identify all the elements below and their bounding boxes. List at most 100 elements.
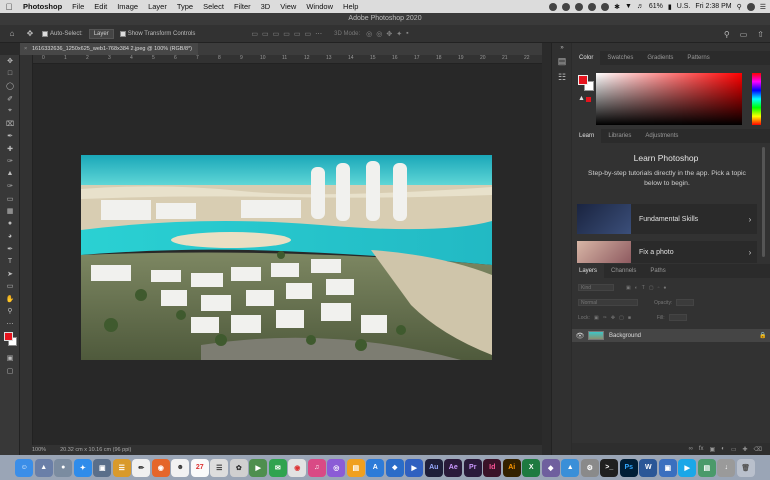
- zoom-level[interactable]: 100%: [32, 447, 46, 453]
- pen-tool-icon[interactable]: ✒: [0, 243, 20, 256]
- tab-adjustments[interactable]: Adjustments: [638, 129, 685, 143]
- bluetooth-icon[interactable]: ✱: [614, 3, 620, 11]
- menu-image[interactable]: Image: [112, 2, 143, 11]
- dodge-tool-icon[interactable]: ◕: [0, 230, 20, 243]
- status-icon[interactable]: [549, 2, 558, 11]
- blur-tool-icon[interactable]: ●: [0, 218, 20, 231]
- layer-kind-filter[interactable]: Kind: [578, 284, 614, 291]
- menu-3d[interactable]: 3D: [256, 2, 276, 11]
- delete-layer-icon[interactable]: ⌫: [754, 446, 762, 453]
- textedit-icon[interactable]: ✏: [132, 458, 151, 477]
- premiere-icon[interactable]: Pr: [463, 458, 482, 477]
- lock-all-icon[interactable]: ■: [628, 315, 631, 321]
- indesign-icon[interactable]: Id: [483, 458, 502, 477]
- menu-view[interactable]: View: [275, 2, 301, 11]
- color-picker-field[interactable]: [596, 73, 742, 125]
- messages-icon[interactable]: ✉: [268, 458, 287, 477]
- launchpad-icon[interactable]: ▲: [34, 458, 53, 477]
- document-tab[interactable]: × 1616332636_1250x625_web1-768x384 2.jpe…: [20, 43, 199, 55]
- lock-artboard-icon[interactable]: ▢: [619, 315, 624, 321]
- marquee-tool-icon[interactable]: □: [0, 68, 20, 81]
- home-icon[interactable]: ⌂: [6, 29, 18, 39]
- gamut-warning-icon[interactable]: ▲: [578, 95, 585, 102]
- status-icon[interactable]: [575, 2, 584, 11]
- lasso-tool-icon[interactable]: ◯: [0, 80, 20, 93]
- color-swatches[interactable]: [0, 330, 20, 352]
- adjustment-layer-icon[interactable]: ◐: [721, 446, 725, 452]
- layer-row-background[interactable]: 👁 Background 🔒: [572, 329, 770, 342]
- excel-icon[interactable]: X: [522, 458, 541, 477]
- history-brush-tool-icon[interactable]: ✑: [0, 180, 20, 193]
- siri-icon[interactable]: [746, 2, 755, 11]
- preview-icon[interactable]: ▣: [93, 458, 112, 477]
- notes-icon[interactable]: ☰: [112, 458, 131, 477]
- quick-select-tool-icon[interactable]: ✐: [0, 93, 20, 106]
- foreground-color-swatch[interactable]: [4, 332, 13, 341]
- lock-position-icon[interactable]: ✥: [611, 315, 615, 321]
- lock-paint-icon[interactable]: ✑: [603, 315, 607, 321]
- clone-stamp-tool-icon[interactable]: ▲: [0, 168, 20, 181]
- calendar-icon[interactable]: 27: [190, 458, 209, 477]
- move-tool-icon[interactable]: ✥: [0, 55, 20, 68]
- app-icon[interactable]: ▶: [678, 458, 697, 477]
- new-layer-icon[interactable]: ✚: [742, 446, 747, 453]
- healing-brush-tool-icon[interactable]: ✚: [0, 143, 20, 156]
- quick-mask-icon[interactable]: ▣: [0, 352, 20, 365]
- firefox-icon[interactable]: ◉: [151, 458, 170, 477]
- illustrator-icon[interactable]: Ai: [502, 458, 521, 477]
- photoshop-icon[interactable]: Ps: [619, 458, 638, 477]
- filter-type-icon[interactable]: T: [642, 285, 645, 291]
- shape-tool-icon[interactable]: ▭: [0, 280, 20, 293]
- history-icon[interactable]: ▤: [552, 53, 572, 69]
- volume-icon[interactable]: ♬: [637, 3, 644, 10]
- new-group-icon[interactable]: ▭: [731, 446, 737, 453]
- move-tool-icon[interactable]: ✥: [24, 29, 36, 39]
- zoom-app-icon[interactable]: ▶: [405, 458, 424, 477]
- learn-scrollbar[interactable]: [762, 147, 765, 257]
- filter-smart-icon[interactable]: ▫: [658, 285, 660, 291]
- app-icon[interactable]: ▲: [561, 458, 580, 477]
- add-mask-icon[interactable]: ▣: [710, 446, 716, 453]
- close-tab-icon[interactable]: ×: [24, 43, 27, 55]
- brush-tool-icon[interactable]: ✑: [0, 155, 20, 168]
- spotlight-icon[interactable]: ⚲: [737, 3, 742, 11]
- align-icon[interactable]: ▭: [294, 30, 301, 38]
- align-icon[interactable]: ▭: [273, 30, 280, 38]
- search-icon[interactable]: ⚲: [724, 30, 730, 39]
- document-image[interactable]: [81, 155, 492, 360]
- word-icon[interactable]: W: [639, 458, 658, 477]
- opacity-field[interactable]: [676, 299, 695, 306]
- input-source[interactable]: U.S.: [677, 3, 691, 10]
- workspace-icon[interactable]: ▭: [740, 30, 748, 39]
- align-icon[interactable]: ▭: [283, 30, 290, 38]
- 3d-scale-icon[interactable]: ▪: [406, 30, 408, 38]
- menu-file[interactable]: File: [67, 2, 89, 11]
- downloads-stack-icon[interactable]: ↓: [717, 458, 736, 477]
- tab-learn[interactable]: Learn: [572, 129, 602, 143]
- system-preferences-icon[interactable]: ⚙: [580, 458, 599, 477]
- tab-color[interactable]: Color: [572, 51, 601, 65]
- status-icon[interactable]: [562, 2, 571, 11]
- fx-icon[interactable]: fx: [699, 446, 704, 452]
- more-tools-icon[interactable]: ⋯: [0, 318, 20, 331]
- checkbox-box[interactable]: [42, 30, 48, 37]
- tab-libraries[interactable]: Libraries: [601, 129, 638, 143]
- link-layers-icon[interactable]: ∞: [689, 446, 693, 452]
- menu-filter[interactable]: Filter: [229, 2, 256, 11]
- learn-card-fundamental-skills[interactable]: Fundamental Skills ›: [577, 204, 757, 234]
- zoom-tool-icon[interactable]: ⚲: [0, 305, 20, 318]
- menu-edit[interactable]: Edit: [89, 2, 112, 11]
- filter-pixel-icon[interactable]: ▣: [626, 285, 631, 291]
- eyedropper-tool-icon[interactable]: ✒: [0, 130, 20, 143]
- hue-slider[interactable]: [752, 73, 761, 125]
- menubar-clock[interactable]: Fri 2:38 PM: [695, 3, 731, 10]
- battery-percent[interactable]: 61%: [649, 3, 663, 10]
- sketch-app-icon[interactable]: ◆: [541, 458, 560, 477]
- align-icon[interactable]: ▭: [305, 30, 312, 38]
- tab-paths[interactable]: Paths: [643, 264, 672, 278]
- checkbox-box[interactable]: [119, 30, 126, 37]
- crop-tool-icon[interactable]: ⌖: [0, 105, 20, 118]
- blend-mode-dropdown[interactable]: Normal: [578, 299, 638, 306]
- chrome-icon[interactable]: ◉: [288, 458, 307, 477]
- lock-pixels-icon[interactable]: ▣: [594, 315, 599, 321]
